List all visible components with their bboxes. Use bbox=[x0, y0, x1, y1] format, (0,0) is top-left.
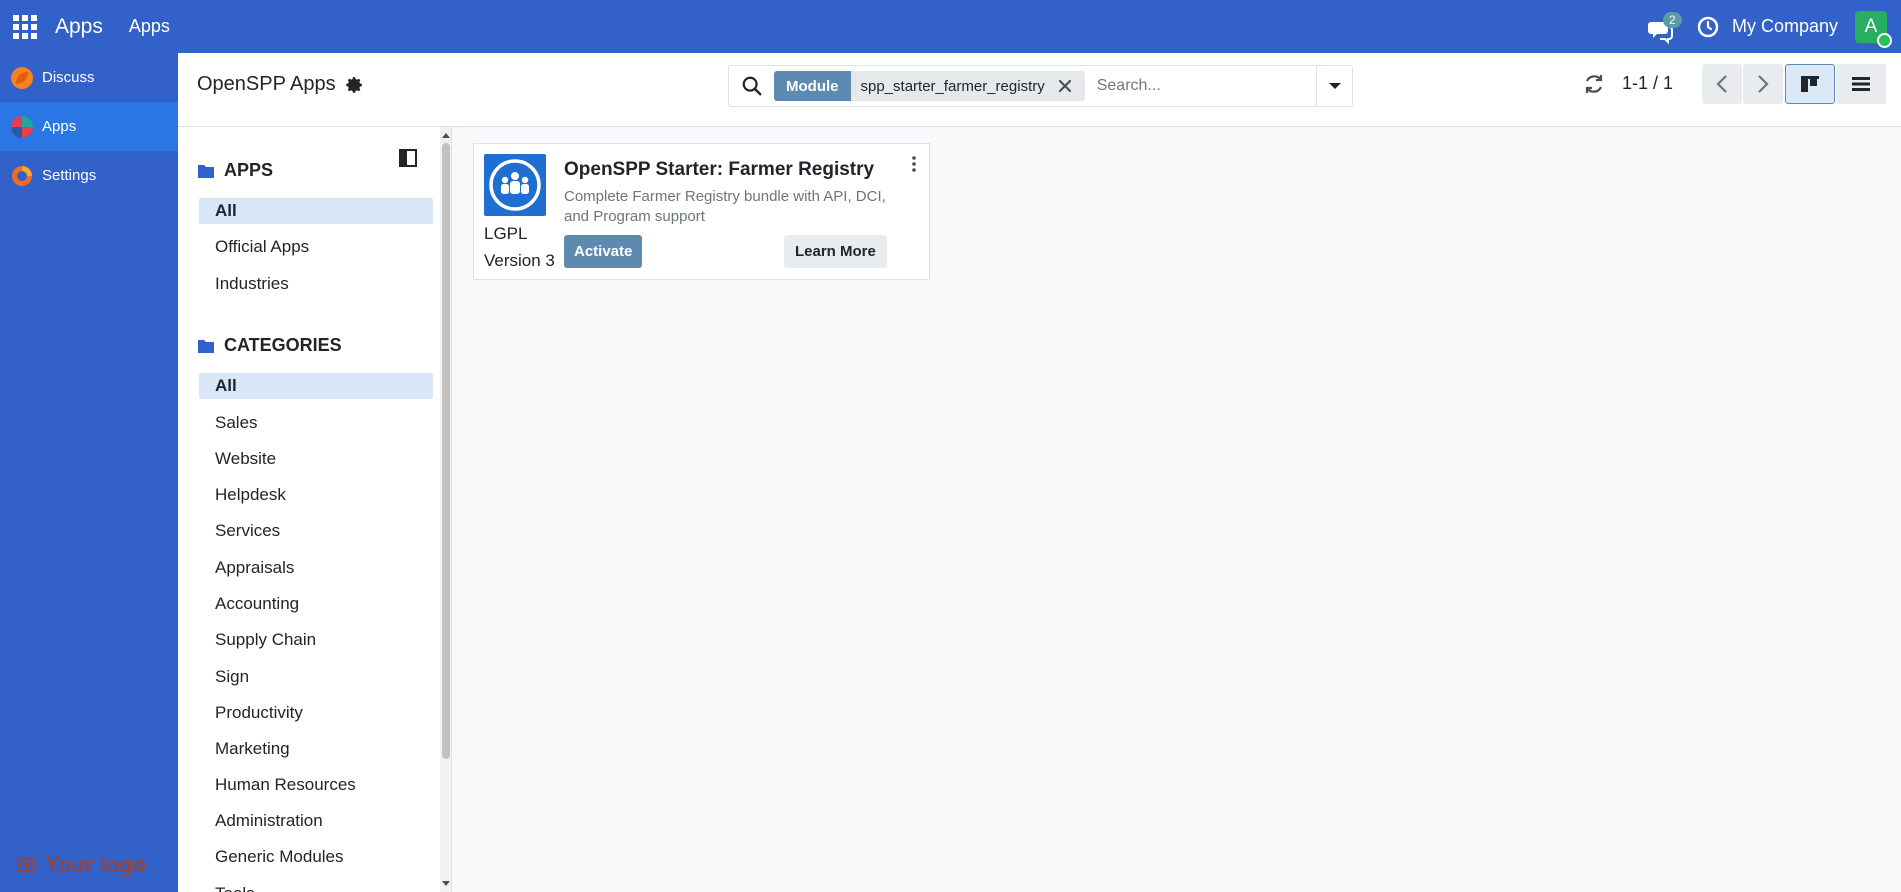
category-productivity[interactable]: Productivity bbox=[199, 700, 433, 726]
kebab-menu-icon[interactable] bbox=[909, 154, 919, 174]
sidebar-item-apps[interactable]: Apps bbox=[0, 102, 178, 151]
chevron-left-icon bbox=[1716, 75, 1727, 93]
sidebar-item-settings[interactable]: Settings bbox=[0, 151, 178, 200]
category-sign[interactable]: Sign bbox=[199, 664, 433, 690]
category-helpdesk[interactable]: Helpdesk bbox=[199, 482, 433, 508]
pager-previous-button[interactable] bbox=[1702, 64, 1742, 104]
list-icon bbox=[1852, 77, 1870, 91]
logo-text: Your logo bbox=[45, 852, 147, 877]
logo-icon bbox=[17, 857, 37, 873]
category-supply-chain[interactable]: Supply Chain bbox=[199, 627, 433, 653]
category-tools[interactable]: Tools bbox=[199, 881, 433, 892]
search-panel: APPS All Official Apps Industries CATEGO… bbox=[178, 127, 452, 892]
page-title: OpenSPP Apps bbox=[197, 73, 336, 95]
search-input[interactable] bbox=[1096, 77, 1297, 95]
apps-filter-industries[interactable]: Industries bbox=[199, 271, 433, 297]
gear-icon[interactable] bbox=[345, 76, 363, 94]
kanban-view-button[interactable] bbox=[1785, 64, 1835, 104]
sidebar-item-label: Settings bbox=[42, 167, 97, 184]
sidebar-item-label: Discuss bbox=[42, 69, 95, 86]
apps-section-title: APPS bbox=[197, 160, 273, 181]
category-human-resources[interactable]: Human Resources bbox=[199, 772, 433, 798]
activate-button[interactable]: Activate bbox=[564, 235, 643, 268]
module-license: LGPL Version 3 bbox=[484, 220, 555, 274]
top-menu-apps[interactable]: Apps bbox=[129, 16, 170, 37]
category-website[interactable]: Website bbox=[199, 446, 433, 472]
user-avatar[interactable]: A bbox=[1855, 10, 1892, 48]
list-view-button[interactable] bbox=[1836, 64, 1886, 104]
apps-filter-all[interactable]: All bbox=[199, 198, 433, 224]
folder-icon bbox=[198, 339, 214, 353]
settings-icon bbox=[12, 165, 32, 186]
learn-more-button[interactable]: Learn More bbox=[784, 235, 887, 268]
kanban-icon bbox=[1801, 76, 1819, 92]
control-panel: OpenSPP Apps Module spp_starter_farmer_r… bbox=[178, 53, 1901, 127]
app-grid-icon[interactable] bbox=[13, 14, 37, 39]
topbar-right: 2 My Company A bbox=[1647, 0, 1901, 53]
license-version: Version 3 bbox=[484, 251, 555, 270]
breadcrumb: OpenSPP Apps bbox=[197, 73, 363, 96]
category-appraisals[interactable]: Appraisals bbox=[199, 555, 433, 581]
facet-value-text: spp_starter_farmer_registry bbox=[860, 77, 1045, 95]
apps-icon bbox=[11, 115, 33, 138]
folder-icon bbox=[198, 164, 214, 178]
close-icon[interactable] bbox=[1055, 76, 1075, 96]
company-logo: Your logo bbox=[17, 852, 146, 878]
category-administration[interactable]: Administration bbox=[199, 808, 433, 834]
clock-icon bbox=[1697, 16, 1719, 37]
sidebar-item-label: Apps bbox=[42, 118, 77, 135]
people-group-icon bbox=[489, 159, 541, 211]
scroll-up-icon[interactable] bbox=[442, 131, 450, 139]
discuss-icon bbox=[11, 66, 33, 89]
refresh-icon[interactable] bbox=[1582, 72, 1606, 96]
avatar-initial: A bbox=[1864, 15, 1878, 37]
facet-label: Module bbox=[774, 71, 851, 101]
pager-next-button[interactable] bbox=[1743, 64, 1783, 104]
search-icon bbox=[742, 76, 762, 96]
category-sales[interactable]: Sales bbox=[199, 410, 433, 436]
chevron-right-icon bbox=[1758, 75, 1769, 93]
facet-value: spp_starter_farmer_registry bbox=[850, 71, 1085, 101]
scroll-down-icon[interactable] bbox=[442, 880, 450, 888]
pager-value[interactable]: 1-1 / 1 bbox=[1622, 73, 1673, 94]
brand-title[interactable]: Apps bbox=[55, 15, 103, 39]
caret-down-icon bbox=[1328, 83, 1341, 89]
module-description: Complete Farmer Registry bundle with API… bbox=[564, 188, 886, 225]
activity-button[interactable] bbox=[1696, 15, 1720, 39]
filter-scrollbar-thumb[interactable] bbox=[442, 143, 450, 759]
sidebar-collapse-icon[interactable] bbox=[397, 147, 419, 169]
license-name: LGPL bbox=[484, 224, 528, 243]
app-sidebar: Discuss Apps Settings Your logo bbox=[0, 53, 178, 892]
module-title: OpenSPP Starter: Farmer Registry bbox=[564, 159, 875, 180]
top-navbar: Apps Apps 2 My Company A bbox=[0, 0, 1901, 53]
chat-button[interactable]: 2 bbox=[1647, 11, 1682, 44]
category-generic-modules[interactable]: Generic Modules bbox=[199, 844, 433, 870]
category-services[interactable]: Services bbox=[199, 518, 433, 544]
chat-count-badge: 2 bbox=[1662, 11, 1682, 28]
section-title-text: APPS bbox=[224, 160, 274, 180]
sidebar-item-discuss[interactable]: Discuss bbox=[0, 53, 178, 102]
apps-filter-official[interactable]: Official Apps bbox=[199, 234, 433, 260]
company-switcher[interactable]: My Company bbox=[1732, 16, 1838, 37]
module-logo bbox=[484, 154, 546, 216]
section-title-text: CATEGORIES bbox=[224, 335, 342, 355]
category-marketing[interactable]: Marketing bbox=[199, 736, 433, 762]
category-all[interactable]: All bbox=[199, 373, 433, 399]
category-accounting[interactable]: Accounting bbox=[199, 591, 433, 617]
search-options-toggle[interactable] bbox=[1316, 66, 1352, 106]
module-card[interactable]: LGPL Version 3 OpenSPP Starter: Farmer R… bbox=[473, 143, 930, 280]
search-facet-module: Module spp_starter_farmer_registry bbox=[774, 71, 1085, 101]
online-status-dot bbox=[1877, 32, 1892, 48]
search-bar: Module spp_starter_farmer_registry bbox=[728, 65, 1353, 107]
categories-section-title: CATEGORIES bbox=[197, 335, 342, 356]
